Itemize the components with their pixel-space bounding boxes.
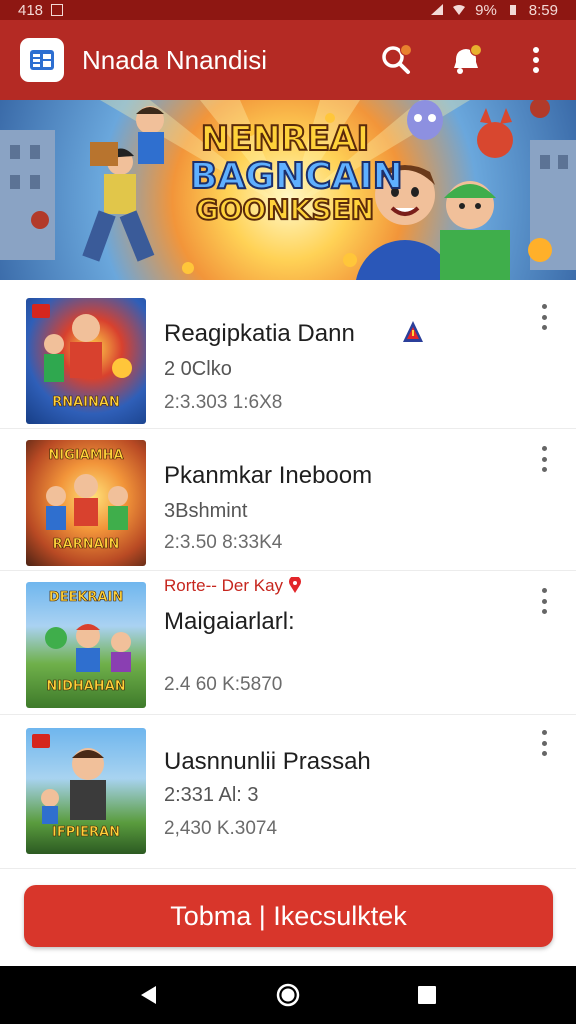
search-button[interactable] — [376, 40, 416, 80]
recents-button[interactable] — [407, 975, 447, 1015]
search-badge — [400, 44, 412, 56]
system-nav-bar — [0, 966, 576, 1024]
item-subtitle: 2:331 Al: 3 — [164, 784, 259, 806]
item-meta: 2,430 K.3074 — [164, 818, 278, 839]
app-bar: Nnada Nnandisi — [0, 20, 576, 100]
status-bar: 418 9% 8:59 — [0, 0, 576, 20]
item-tag-label: Rorte-- Der Kay — [164, 576, 284, 595]
thumbnail-title: RNAINAN — [52, 395, 120, 411]
thumbnail-title: IFPIERAN — [52, 825, 121, 841]
battery-icon — [509, 5, 516, 15]
primary-cta-button[interactable]: Tobma | Ikecsulktek — [24, 885, 553, 947]
list-item[interactable]: NIGIAMHA RARNAIN Pkanmkar Ineboom 3Bshmi… — [0, 424, 576, 566]
hero-banner[interactable]: NENREAI BAGNCAIN GOONKSEN — [0, 100, 576, 280]
game-list: RNAINAN Reagipkatia Dann 2 0Clko 2:3.303… — [0, 282, 576, 870]
item-subtitle: 3Bshmint — [164, 500, 248, 522]
item-more-button[interactable] — [536, 304, 552, 330]
item-thumbnail: DEEKRAIN NIDHAHAN — [26, 582, 146, 708]
wifi-icon — [453, 5, 466, 15]
banner-title-line3: GOONKSEN — [195, 193, 375, 227]
item-more-button[interactable] — [536, 730, 552, 756]
notification-status-icon — [51, 4, 64, 16]
status-time: 8:59 — [528, 1, 558, 19]
app-actions — [376, 40, 556, 80]
item-title: Maigaiarlarl: — [164, 608, 295, 635]
footer: Tobma | Ikecsulktek — [0, 868, 576, 967]
banner-title-line2: BAGNCAIN — [189, 155, 404, 197]
home-icon — [276, 983, 300, 1007]
thumbnail-title: NIDHAHAN — [46, 679, 126, 695]
banner-character-robot — [407, 100, 443, 140]
list-item[interactable]: DEEKRAIN NIDHAHAN Rorte-- Der Kay Maigai… — [0, 566, 576, 708]
list-item[interactable]: RNAINAN Reagipkatia Dann 2 0Clko 2:3.303… — [0, 282, 576, 424]
app-title: Nnada Nnandisi — [82, 44, 268, 75]
item-more-button[interactable] — [536, 588, 552, 614]
item-title: Uasnnunlii Prassah — [164, 748, 371, 775]
signal-icon — [431, 4, 444, 15]
recents-icon — [417, 986, 436, 1004]
item-thumbnail: NIGIAMHA RARNAIN — [26, 440, 146, 566]
back-icon — [141, 986, 157, 1004]
item-more-button[interactable] — [536, 446, 552, 472]
notification-badge — [470, 44, 482, 56]
app-logo-glyph — [30, 50, 54, 70]
warning-triangle-icon — [403, 321, 423, 342]
app-logo-icon[interactable] — [20, 38, 64, 82]
banner-character-left — [82, 106, 164, 262]
item-meta: 2.4 60 K:5870 — [164, 674, 283, 695]
home-button[interactable] — [268, 975, 308, 1015]
banner-title-line1: NENREAI — [200, 119, 371, 159]
status-left-text: 418 — [18, 1, 44, 19]
building-left — [0, 130, 55, 260]
banner-character-red-creature — [477, 108, 513, 158]
item-thumbnail: IFPIERAN — [26, 728, 146, 854]
back-button[interactable] — [129, 975, 169, 1015]
item-title: Pkanmkar Ineboom — [164, 462, 373, 489]
list-item[interactable]: IFPIERAN Uasnnunlii Prassah 2:331 Al: 3 … — [0, 712, 576, 854]
status-right: 9% 8:59 — [431, 2, 558, 19]
item-meta: 2:3.50 8:33K4 — [164, 532, 283, 553]
banner-character-green — [440, 181, 510, 280]
item-meta: 2:3.303 1:6X8 — [164, 392, 283, 413]
banner-title: NENREAI BAGNCAIN GOONKSEN — [189, 119, 404, 227]
more-vert-icon — [533, 47, 539, 73]
more-options-button[interactable] — [516, 40, 556, 80]
status-left: 418 — [18, 1, 64, 19]
battery-percent: 9% — [475, 1, 497, 19]
item-subtitle: 2 0Clko — [164, 358, 232, 380]
item-tag: Rorte-- Der Kay — [164, 575, 302, 596]
location-pin-icon — [288, 575, 301, 593]
thumbnail-title: RARNAIN — [52, 537, 120, 553]
item-title: Reagipkatia Dann — [164, 320, 355, 347]
notifications-button[interactable] — [446, 40, 486, 80]
item-thumbnail: RNAINAN — [26, 298, 146, 424]
